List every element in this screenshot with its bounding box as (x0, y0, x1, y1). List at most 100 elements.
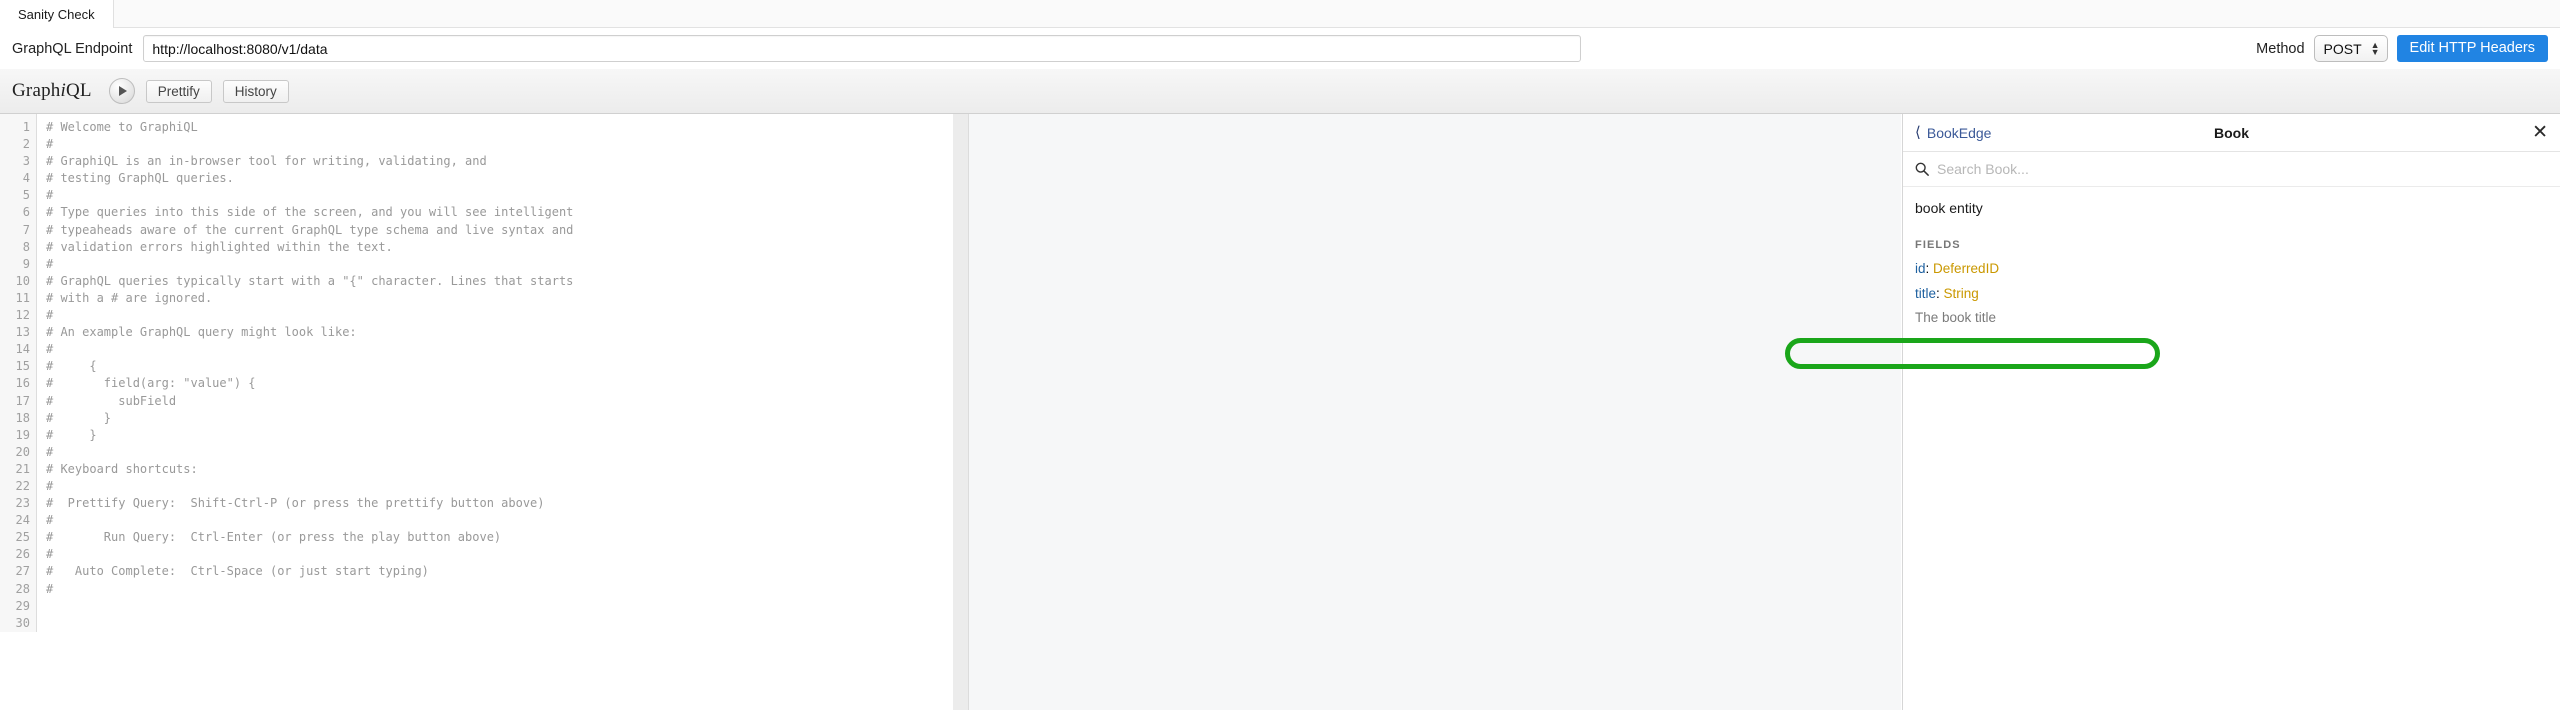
line-number: 10 (15, 273, 30, 288)
browser-tab-strip: Sanity Check (0, 0, 2560, 28)
line-number: 7 (22, 222, 30, 237)
code-line: # { (46, 359, 97, 374)
prettify-button[interactable]: Prettify (145, 79, 212, 103)
line-number: 16 (15, 376, 30, 391)
line-number: 21 (15, 461, 30, 476)
line-number: 25 (15, 530, 30, 545)
field-name-title[interactable]: title (1915, 286, 1936, 301)
code-line: # An example GraphQL query might look li… (46, 325, 357, 340)
graphiql-toolbar: GraphiQL Prettify History (0, 69, 2560, 114)
graphql-endpoint-label: GraphQL Endpoint (12, 40, 133, 57)
line-number: 1 (22, 120, 30, 134)
docs-back-link[interactable]: ⟨ BookEdge (1915, 125, 1991, 141)
line-number: 27 (15, 564, 30, 579)
editor-code-lines[interactable]: # Welcome to GraphiQL # # GraphiQL is an i… (37, 114, 573, 632)
field-separator: : (1936, 286, 1940, 301)
result-pane (968, 114, 1901, 710)
editor-line-numbers: 1 2 3 4 5 6 7 8 9 10 11 12 13 14 15 16 17 18 19 20 21 22 23 24 2… (0, 114, 37, 632)
code-line: # testing GraphQL queries. (46, 171, 234, 186)
line-number: 9 (22, 256, 30, 271)
close-icon[interactable]: ✕ (2532, 123, 2548, 142)
code-line: # } (46, 410, 112, 425)
entity-description: book entity (1915, 200, 1983, 216)
graphiql-logo-suffix: QL (65, 80, 92, 101)
code-line: # Welcome to GraphiQL (46, 120, 198, 134)
line-number: 8 (22, 239, 30, 254)
line-number: 5 (22, 188, 30, 203)
code-line: # Keyboard shortcuts: (46, 461, 198, 476)
field-row: title: String (1915, 286, 2548, 301)
code-line: # Run Query: Ctrl-Enter (or press the pl… (46, 530, 502, 545)
code-line: # } (46, 427, 97, 442)
docs-title: Book (2214, 124, 2249, 141)
line-number: 12 (15, 308, 30, 323)
field-row: id: DeferredID (1915, 261, 2548, 276)
history-button[interactable]: History (222, 79, 289, 103)
code-line: # Auto Complete: Ctrl-Space (or just sta… (46, 564, 429, 579)
code-line: # (46, 256, 54, 271)
code-line: # (46, 444, 54, 459)
code-line: # (46, 342, 54, 357)
code-line: # GraphiQL is an in-browser tool for wri… (46, 154, 487, 169)
browser-tab-sanity-check[interactable]: Sanity Check (0, 0, 114, 28)
line-number: 18 (15, 410, 30, 425)
docs-search-input[interactable] (1937, 161, 2548, 177)
code-line: # subField (46, 393, 177, 408)
line-number: 28 (15, 581, 30, 596)
code-line: # GraphQL queries typically start with a… (46, 273, 574, 288)
line-number: 14 (15, 342, 30, 357)
graphiql-logo-prefix: Graph (12, 80, 61, 101)
method-label: Method (2256, 40, 2305, 57)
code-line: # (46, 308, 54, 323)
endpoint-bar: GraphQL Endpoint Method POST ▲▼ Edit HTT… (0, 28, 2560, 69)
line-number: 13 (15, 325, 30, 340)
code-line: # (46, 581, 54, 596)
method-select[interactable]: POST (2313, 35, 2388, 62)
line-number: 3 (22, 154, 30, 169)
field-separator: : (1925, 261, 1930, 276)
line-number: 29 (15, 598, 30, 613)
code-line: # Prettify Query: Shift-Ctrl-P (or press… (46, 496, 545, 511)
code-line: # (46, 188, 54, 203)
code-line: # Type queries into this side of the scr… (46, 205, 574, 220)
code-line: # typeaheads aware of the current GraphQ… (46, 222, 574, 237)
docs-header: ⟨ BookEdge Book ✕ (1903, 114, 2560, 152)
method-select-wrap: POST ▲ ▼ (2313, 35, 2388, 62)
code-line: # validation errors highlighted within t… (46, 239, 393, 254)
docs-back-label: BookEdge (1926, 124, 1992, 141)
search-icon (1915, 162, 1929, 176)
graphql-endpoint-input[interactable] (143, 35, 1582, 62)
line-number: 11 (15, 290, 30, 305)
execute-query-button[interactable] (108, 78, 135, 104)
code-line: # (46, 547, 54, 562)
code-line: # (46, 137, 54, 152)
line-number: 17 (15, 393, 30, 408)
field-type-deferredid[interactable]: DeferredID (1933, 261, 1999, 276)
fields-section-heading: FIELDS (1915, 239, 1961, 251)
line-number: 19 (15, 427, 30, 442)
field-name-id[interactable]: id (1915, 261, 1926, 276)
play-icon (118, 86, 127, 96)
query-editor[interactable]: 1 2 3 4 5 6 7 8 9 10 11 12 13 14 15 16 17 18 19 20 21 22 23 24 2… (0, 114, 953, 710)
line-number: 4 (22, 171, 30, 186)
line-number: 30 (15, 615, 30, 630)
line-number: 20 (15, 444, 30, 459)
edit-http-headers-button[interactable]: Edit HTTP Headers (2396, 35, 2548, 62)
chevron-left-icon: ⟨ (1915, 124, 1921, 141)
code-line: # field(arg: "value") { (46, 376, 256, 391)
field-description-title: The book title (1915, 310, 1997, 325)
editor-result-drag-handle[interactable] (953, 114, 968, 710)
code-line: # with a # are ignored. (46, 290, 213, 305)
code-area: 1 2 3 4 5 6 7 8 9 10 11 12 13 14 15 16 17 18 19 20 21 22 23 24 2… (0, 114, 953, 632)
field-type-string[interactable]: String (1944, 286, 1979, 301)
line-number: 22 (15, 478, 30, 493)
line-number: 23 (15, 496, 30, 511)
line-number: 26 (15, 547, 30, 562)
docs-body: book entity FIELDS id: DeferredID title:… (1903, 187, 2560, 325)
line-number: 15 (15, 359, 30, 374)
code-line: # (46, 478, 54, 493)
docs-search-row (1903, 152, 2560, 187)
graphiql-logo: GraphiQL (12, 80, 92, 102)
